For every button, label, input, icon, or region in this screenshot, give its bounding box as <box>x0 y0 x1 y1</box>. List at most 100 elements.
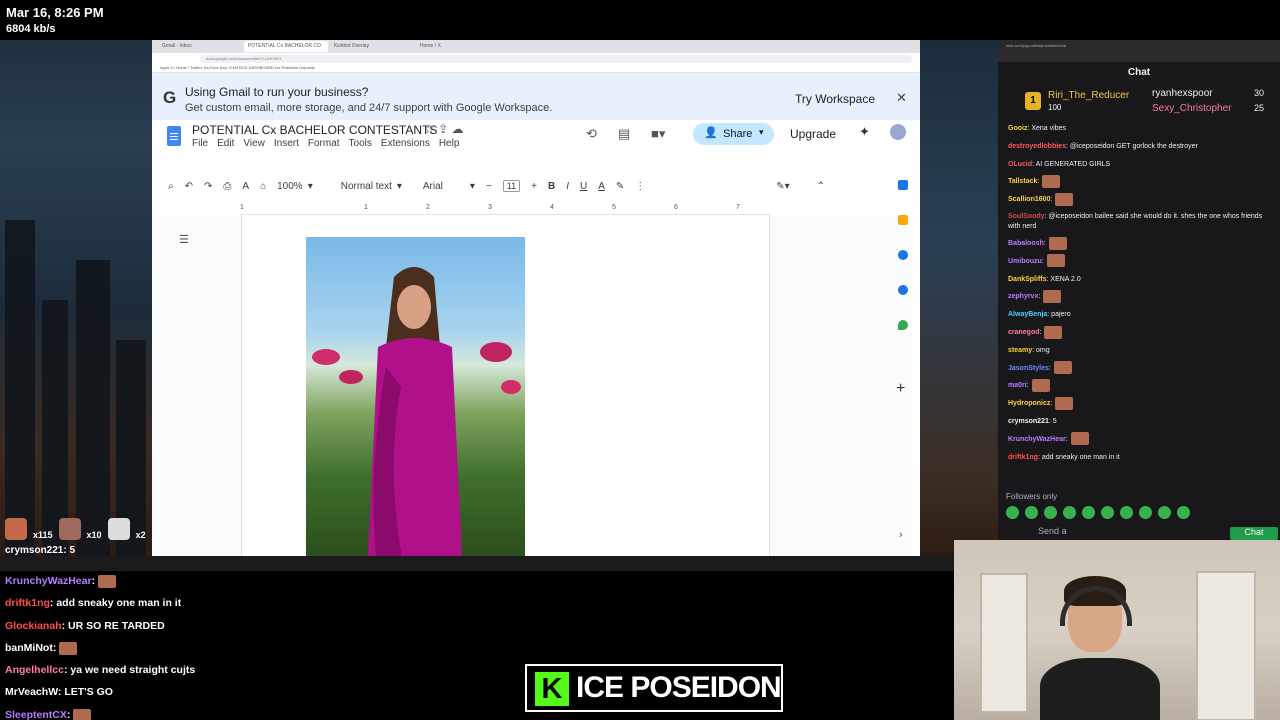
menu-view[interactable]: View <box>243 138 265 149</box>
chat-username[interactable]: JasonStyles <box>1008 365 1049 372</box>
style-select[interactable]: Normal text ▾ <box>341 181 402 192</box>
emote-icon[interactable] <box>1139 506 1152 519</box>
try-workspace-button[interactable]: Try Workspace <box>795 92 875 106</box>
edit-mode-icon[interactable]: ✎▾ <box>776 181 789 192</box>
rank-badge: 1 <box>1025 92 1041 110</box>
overlay-chat-username: MrVeachW <box>5 686 58 699</box>
emote-icon[interactable] <box>1025 506 1038 519</box>
font-select[interactable]: Arial ▾ <box>423 181 475 192</box>
browser-tab-active[interactable]: POTENTIAL Cx BACHELOR CO <box>244 41 328 52</box>
keep-icon[interactable] <box>898 215 908 225</box>
chat-message: crymson221: 5 <box>1008 413 1272 431</box>
menu-insert[interactable]: Insert <box>274 138 299 149</box>
zoom-select[interactable]: 100% ▾ <box>277 181 313 192</box>
search-icon[interactable]: ⌕ <box>168 181 174 192</box>
gemini-icon[interactable]: ✦ <box>859 124 870 140</box>
chevron-right-icon[interactable]: › <box>899 529 903 541</box>
contacts-icon[interactable] <box>898 285 908 295</box>
highlight-icon[interactable]: ✎ <box>616 181 624 192</box>
paint-format-icon[interactable]: ⌂ <box>260 181 266 192</box>
leader-second-name[interactable]: ryanhexspoor <box>1152 88 1213 99</box>
ruler-mark: 2 <box>426 204 430 211</box>
chat-username[interactable]: crymson221 <box>1008 418 1049 425</box>
tasks-icon[interactable] <box>898 250 908 260</box>
emote-icon[interactable] <box>1158 506 1171 519</box>
text-color-icon[interactable]: A <box>598 181 605 192</box>
spellcheck-icon[interactable]: A <box>242 181 249 192</box>
menu-file[interactable]: File <box>192 138 208 149</box>
emote-icon <box>1043 290 1062 304</box>
bold-icon[interactable]: B <box>548 181 555 192</box>
chevron-down-icon[interactable]: ▾ <box>759 127 764 138</box>
chat-username[interactable]: Babaloosh <box>1008 240 1044 247</box>
outline-icon[interactable]: ☰ <box>179 233 189 246</box>
undo-icon[interactable]: ↶ <box>185 181 193 192</box>
menu-extensions[interactable]: Extensions <box>381 138 430 149</box>
url-field[interactable]: docs.google.com/document/d/1Y-UHC5NT <box>200 54 912 63</box>
print-icon[interactable]: ⎙ <box>223 181 231 192</box>
chat-username[interactable]: ma0ri <box>1008 382 1027 389</box>
chat-username[interactable]: Umibouzu <box>1008 258 1042 265</box>
chat-username[interactable]: steamy <box>1008 347 1032 354</box>
calendar-icon[interactable] <box>898 180 908 190</box>
docs-logo-icon[interactable] <box>167 126 181 146</box>
emote-icon[interactable] <box>1101 506 1114 519</box>
chat-username[interactable]: Tallstack <box>1008 178 1037 185</box>
chat-send-button[interactable]: Chat <box>1230 527 1278 540</box>
inserted-photo[interactable] <box>306 237 525 556</box>
chat-username[interactable]: KrunchyWazHear <box>1008 436 1066 443</box>
menu-edit[interactable]: Edit <box>217 138 234 149</box>
emote-icon[interactable] <box>1177 506 1190 519</box>
collapse-icon[interactable]: ⌃ <box>817 181 825 192</box>
skull-emote-icon <box>107 518 130 540</box>
browser-tab[interactable]: Gmail - Inbox <box>158 41 242 52</box>
chat-username[interactable]: Scallion1600 <box>1008 196 1050 203</box>
chat-username[interactable]: SoulSoody <box>1008 213 1045 220</box>
share-button[interactable]: 👤 Share ▾ <box>693 123 774 145</box>
chat-username[interactable]: zephyrvx <box>1008 293 1038 300</box>
chat-username[interactable]: cranegod <box>1008 329 1040 336</box>
emote-icon[interactable] <box>1006 506 1019 519</box>
leader-name[interactable]: Riri_The_Reducer <box>1048 90 1129 101</box>
emote-icon[interactable] <box>1044 506 1057 519</box>
font-size-input[interactable]: 11 <box>502 180 521 192</box>
emote-icon[interactable] <box>1063 506 1076 519</box>
chat-username[interactable]: Hydroponicz <box>1008 400 1050 407</box>
ruler-mark: 5 <box>612 204 616 211</box>
browser-tab[interactable]: Home / X <box>416 41 500 52</box>
leaderboard: 1 Riri_The_Reducer 100 ryanhexspoor 30 S… <box>998 78 1280 120</box>
close-icon[interactable]: ✕ <box>896 90 907 106</box>
doc-title[interactable]: POTENTIAL Cx BACHELOR CONTESTANTS <box>192 123 437 137</box>
menu-help[interactable]: Help <box>439 138 460 149</box>
history-icon[interactable]: ⟲ <box>586 126 597 142</box>
maps-icon[interactable] <box>898 320 908 330</box>
add-icon[interactable]: + <box>896 380 905 398</box>
chat-username[interactable]: driftk1ng <box>1008 454 1038 461</box>
browser-tab[interactable]: Kickbot Overlay <box>330 41 414 52</box>
comment-icon[interactable]: ▤ <box>618 126 630 142</box>
emote-icon[interactable] <box>1082 506 1095 519</box>
underline-icon[interactable]: U <box>580 181 587 192</box>
increase-font-icon[interactable]: + <box>531 181 537 192</box>
upgrade-button[interactable]: Upgrade <box>778 123 848 145</box>
avatar[interactable] <box>890 124 906 140</box>
menu-format[interactable]: Format <box>308 138 340 149</box>
chat-username[interactable]: DankSpliffs <box>1008 276 1047 283</box>
italic-icon[interactable]: I <box>566 181 569 192</box>
chat-username[interactable]: Gooiz <box>1008 125 1027 132</box>
more-icon[interactable]: ⋮ <box>635 181 645 192</box>
bookmarks-bar[interactable]: Apps X / Home / Twitter YouTube Kick CHA… <box>152 64 920 73</box>
chat-input[interactable]: Send a <box>1038 526 1067 536</box>
document-page[interactable] <box>241 215 770 556</box>
chat-username[interactable]: OLucid <box>1008 161 1032 168</box>
meet-icon[interactable]: ■▾ <box>651 126 665 142</box>
redo-icon[interactable]: ↷ <box>204 181 212 192</box>
chat-username[interactable]: AlwayBenja <box>1008 311 1047 318</box>
decrease-font-icon[interactable]: − <box>486 181 492 192</box>
star-icon[interactable]: ☆ ⇪ ☁ <box>424 122 463 136</box>
leader-third-name[interactable]: Sexy_Christopher <box>1152 103 1231 114</box>
emote-icon[interactable] <box>1120 506 1133 519</box>
banner-title: Using Gmail to run your business? <box>185 85 369 99</box>
menu-tools[interactable]: Tools <box>349 138 372 149</box>
chat-username[interactable]: destroyedlobbies <box>1008 143 1066 150</box>
